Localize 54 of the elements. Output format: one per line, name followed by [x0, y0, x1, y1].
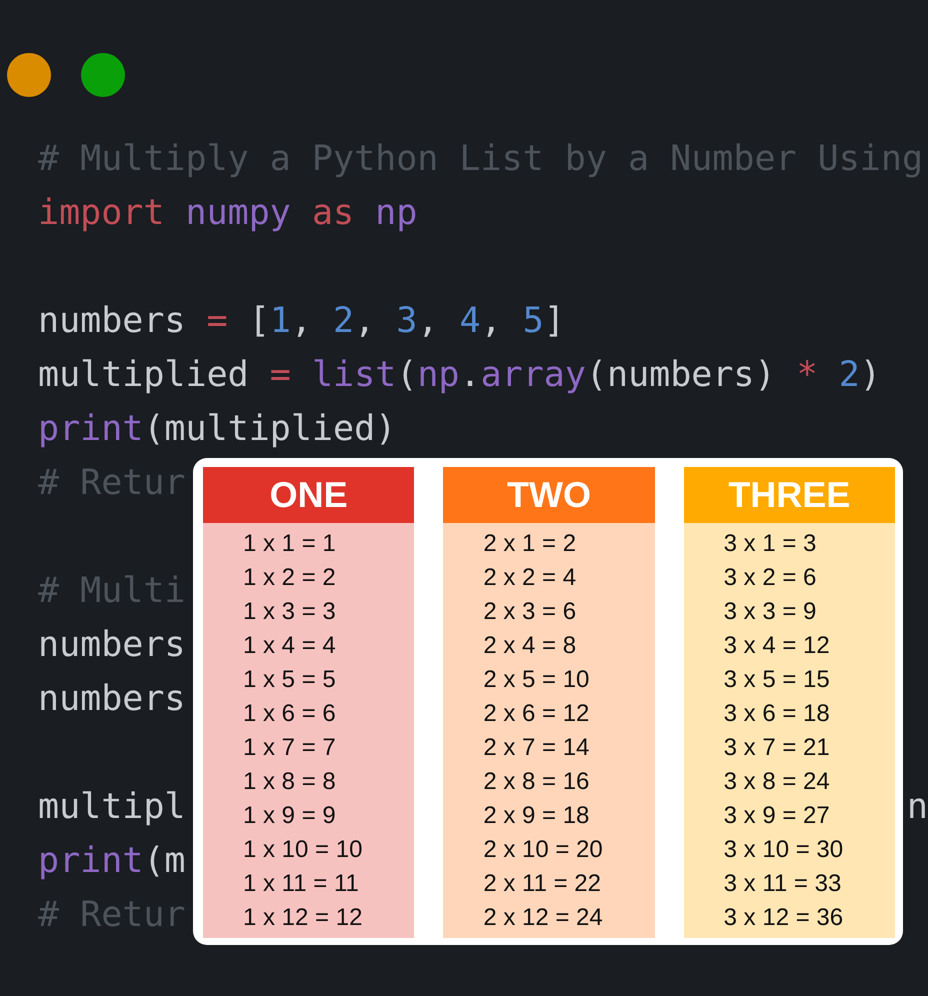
table-row-text: 2 x 1 = 2	[482, 529, 578, 559]
code-comment: # Retur	[38, 463, 186, 503]
table-row-text: 1 x 2 = 2	[242, 563, 337, 593]
table-row-text: 3 x 6 = 18	[722, 699, 831, 729]
table-row-text: 1 x 5 = 5	[242, 665, 337, 695]
table-row-text: 1 x 8 = 8	[242, 767, 337, 797]
table-row-text: 3 x 1 = 3	[722, 529, 818, 559]
window-control-dot[interactable]	[7, 53, 51, 97]
table-row-text: 1 x 1 = 1	[242, 529, 337, 559]
code-line: print(m	[38, 841, 186, 881]
code-line: n	[906, 787, 928, 827]
table-row-text: 3 x 8 = 24	[722, 767, 831, 797]
table-row-text: 2 x 7 = 14	[482, 733, 590, 763]
table-row-text: 1 x 4 = 4	[242, 631, 337, 661]
table-row-text: 3 x 10 = 30	[722, 835, 844, 865]
code-line: numbers	[38, 679, 186, 719]
table-header: TWO	[443, 467, 655, 523]
table-row-text: 3 x 9 = 27	[722, 801, 831, 831]
table-header: ONE	[203, 467, 414, 523]
code-comment: # Multi	[38, 571, 186, 611]
table-row-text: 2 x 4 = 8	[482, 631, 578, 661]
code-line: numbers = [1, 2, 3, 4, 5]	[38, 301, 565, 341]
table-row-text: 1 x 12 = 12	[242, 903, 364, 933]
table-row-text: 1 x 10 = 10	[242, 835, 364, 865]
table-header: THREE	[684, 467, 895, 523]
table-row-text: 2 x 12 = 24	[482, 903, 604, 933]
table-row-text: 2 x 10 = 20	[482, 835, 604, 865]
table-row-text: 2 x 2 = 4	[482, 563, 578, 593]
table-row-text: 3 x 12 = 36	[722, 903, 844, 933]
table-row-text: 3 x 2 = 6	[722, 563, 818, 593]
table-row-text: 2 x 9 = 18	[482, 801, 590, 831]
table-row-text: 2 x 6 = 12	[482, 699, 590, 729]
table-row-text: 2 x 11 = 22	[482, 869, 602, 899]
table-row-text: 1 x 7 = 7	[242, 733, 337, 763]
window-control-dot[interactable]	[81, 53, 125, 97]
table-row-text: 2 x 8 = 16	[482, 767, 590, 797]
table-row-text: 3 x 7 = 21	[722, 733, 831, 763]
code-comment: # Retur	[38, 895, 186, 935]
table-row-text: 1 x 9 = 9	[242, 801, 337, 831]
code-line: import numpy as np	[38, 193, 418, 233]
table-row-text: 1 x 6 = 6	[242, 699, 337, 729]
table-row-text: 1 x 11 = 11	[242, 869, 360, 899]
code-line: print(multiplied)	[38, 409, 396, 449]
table-row-text: 2 x 3 = 6	[482, 597, 578, 627]
table-row-text: 3 x 5 = 15	[722, 665, 831, 695]
table-row-text: 1 x 3 = 3	[242, 597, 337, 627]
code-comment: # Multiply a Python List by a Number Using	[38, 139, 924, 179]
code-line: multiplied = list(np.array(numbers) * 2)	[38, 355, 881, 395]
table-row-text: 3 x 11 = 33	[722, 869, 842, 899]
code-line: numbers	[38, 625, 186, 665]
code-line: multipl	[38, 787, 186, 827]
table-row-text: 2 x 5 = 10	[482, 665, 590, 695]
table-row-text: 3 x 3 = 9	[722, 597, 818, 627]
table-row-text: 3 x 4 = 12	[722, 631, 831, 661]
